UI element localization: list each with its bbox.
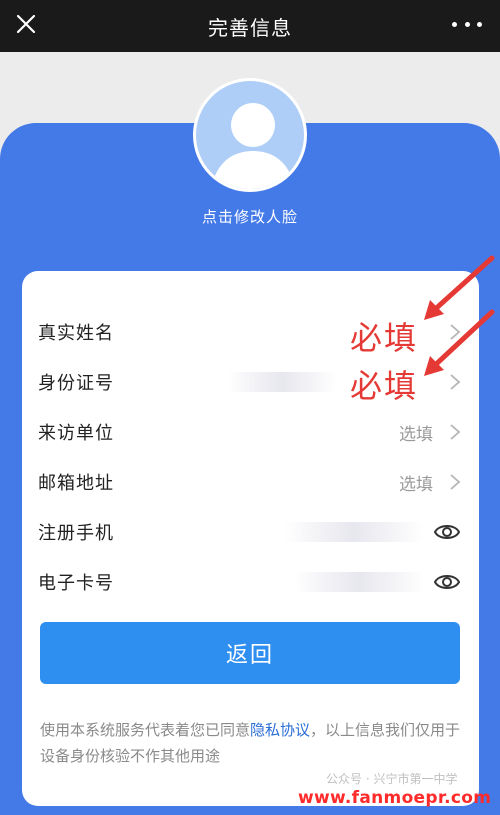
eye-icon[interactable] [433, 569, 461, 595]
row-label: 邮箱地址 [38, 473, 114, 494]
row-visit-company[interactable]: 来访单位 选填 [22, 407, 479, 457]
privacy-notice: 使用本系统服务代表着您已同意隐私协议，以上信息我们仅用于设备身份核验不作其他用途 [40, 717, 465, 769]
row-phone[interactable]: 注册手机 [22, 507, 479, 557]
row-label: 身份证号 [38, 373, 114, 394]
title-bar: 完善信息 [0, 0, 500, 52]
required-annotation: 必填 [350, 319, 419, 357]
page-title: 完善信息 [208, 15, 292, 40]
avatar[interactable] [193, 78, 307, 192]
row-label: 真实姓名 [38, 323, 114, 344]
row-card-number[interactable]: 电子卡号 [22, 557, 479, 607]
back-button[interactable]: 返回 [40, 622, 460, 684]
redacted-value [227, 372, 337, 392]
row-label: 注册手机 [38, 523, 114, 544]
close-icon [16, 14, 36, 34]
row-email[interactable]: 邮箱地址 选填 [22, 457, 479, 507]
row-label: 来访单位 [38, 423, 114, 444]
redacted-value [294, 572, 424, 592]
close-button[interactable] [12, 10, 40, 38]
row-value: 选填 [399, 424, 433, 445]
watermark-subtitle: 公众号 · 兴宁市第一中学 [326, 772, 458, 786]
watermark-url: www.fanmoepr.com [298, 788, 492, 808]
redacted-value [284, 522, 424, 542]
notice-prefix: 使用本系统服务代表着您已同意 [40, 721, 251, 739]
chevron-right-icon [450, 474, 461, 490]
row-value: 选填 [399, 474, 433, 495]
chevron-right-icon [450, 424, 461, 440]
privacy-link[interactable]: 隐私协议 [250, 721, 310, 739]
avatar-caption[interactable]: 点击修改人脸 [0, 206, 500, 227]
chevron-right-icon [450, 374, 461, 390]
eye-icon[interactable] [433, 519, 461, 545]
row-label: 电子卡号 [38, 573, 114, 594]
more-button[interactable] [452, 14, 482, 34]
more-icon [452, 21, 457, 27]
required-annotation: 必填 [350, 367, 419, 405]
chevron-right-icon [450, 324, 461, 340]
